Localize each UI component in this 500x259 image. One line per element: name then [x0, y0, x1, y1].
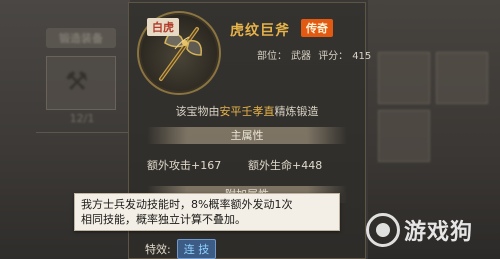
slot-label: 部位： [257, 51, 287, 62]
main-attributes-header: 主属性 [147, 127, 347, 144]
crafter-suffix: 精炼锻造 [274, 105, 319, 118]
crafter-name: 安平壬孝直 [219, 105, 275, 118]
special-effect-row: 特效: 连 技 [145, 239, 217, 259]
skill-tooltip: 我方士兵发动技能时，8%概率额外发动1次 相同技能，概率独立计算不叠加。 [74, 193, 340, 231]
stat-hp: 额外生命+448 [248, 159, 323, 172]
background-equipment-slot: ⚒ [46, 56, 116, 110]
special-label: 特效: [145, 243, 171, 256]
rarity-badge: 传奇 [301, 19, 333, 37]
background-axe-icon: ⚒ [65, 67, 89, 97]
stat-attack: 额外攻击+167 [147, 159, 222, 172]
watermark-logo-icon [366, 213, 400, 247]
score-label: 评分： [318, 51, 349, 62]
tooltip-line-1: 我方士兵发动技能时，8%概率额外发动1次 [81, 198, 293, 211]
watermark: 游戏狗 [366, 208, 496, 252]
background-slot-2 [436, 52, 488, 104]
background-slot-3 [378, 110, 430, 162]
background-slot-1 [378, 52, 430, 104]
special-effect-tag[interactable]: 连 技 [176, 239, 217, 259]
background-divider [36, 132, 128, 133]
slot-value: 武器 [291, 51, 311, 62]
background-tab-label: 锻造装备 [59, 32, 103, 45]
tooltip-line-2: 相同技能，概率独立计算不叠加。 [81, 213, 246, 226]
crafter-line: 该宝物由安平壬孝直精炼锻造 [129, 103, 365, 119]
item-name: 虎纹巨斧 [230, 23, 290, 39]
background-count: 12/1 [69, 112, 95, 125]
watermark-text: 游戏狗 [404, 219, 474, 245]
item-meta: 部位： 武器 评分： 415 [257, 47, 375, 62]
crafter-prefix: 该宝物由 [175, 105, 220, 118]
faction-tag: 白虎 [147, 18, 179, 36]
score-value: 415 [352, 51, 372, 62]
